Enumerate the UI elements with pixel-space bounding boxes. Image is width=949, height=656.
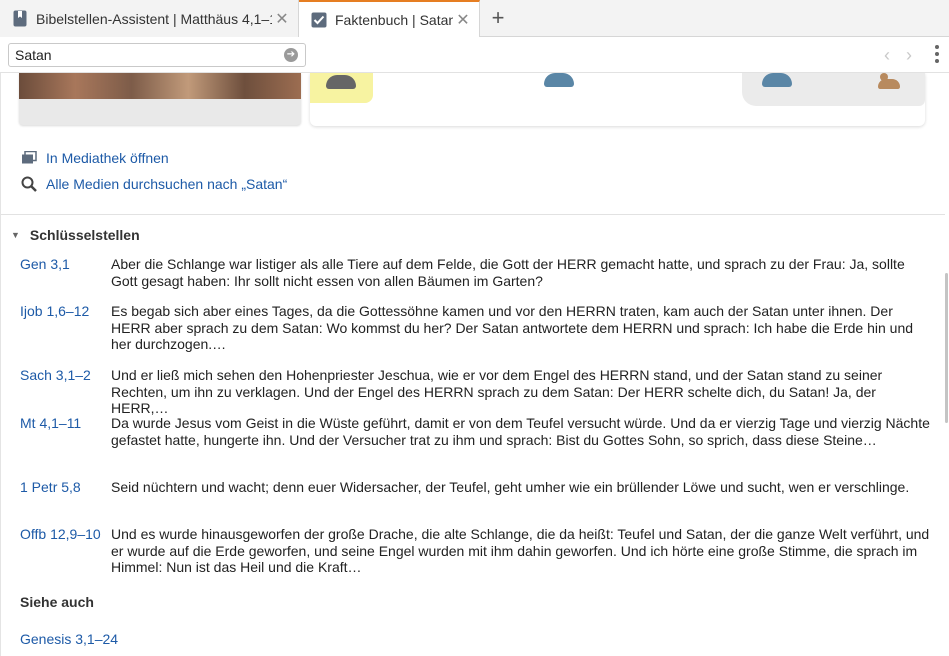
passage-reference-link[interactable]: Gen 3,1 [20, 256, 70, 273]
new-tab-button[interactable]: + [486, 6, 510, 30]
close-icon[interactable]: ✕ [272, 9, 292, 29]
scrollbar[interactable] [945, 273, 948, 423]
tab-bar: Bibelstellen-Assistent | Matthäus 4,1–11… [0, 0, 949, 38]
media-library-icon [20, 149, 38, 167]
search-icon [20, 175, 38, 193]
toolbar: Satan ➔ ‹ › [0, 37, 949, 73]
passage-reference-link[interactable]: Offb 12,9–10 [20, 526, 101, 543]
more-options-icon[interactable] [934, 45, 940, 63]
person-icon[interactable] [326, 73, 356, 97]
tab-bibelstellen-assistent[interactable]: Bibelstellen-Assistent | Matthäus 4,1–11… [0, 0, 299, 37]
divider [1, 214, 945, 215]
passage-text: Und er ließ mich sehen den Hohenpriester… [111, 367, 883, 416]
tab-label: Bibelstellen-Assistent | Matthäus 4,1–11 [36, 10, 272, 27]
collapse-caret-icon[interactable]: ▼ [11, 230, 20, 240]
passage-text: Seid nüchtern und wacht; denn euer Wider… [111, 479, 910, 495]
passage-reference-link[interactable]: Sach 3,1–2 [20, 367, 91, 384]
go-arrow-icon[interactable]: ➔ [284, 48, 298, 62]
tab-label: Faktenbuch | Satan [335, 12, 453, 28]
passage-reference-link[interactable]: 1 Petr 5,8 [20, 479, 81, 496]
section-key-passages[interactable]: ▼ Schlüsselstellen [11, 227, 140, 243]
person-icon[interactable] [876, 73, 906, 97]
passage-text: Es begab sich aber eines Tages, da die G… [111, 303, 914, 352]
see-also-heading: Siehe auch [20, 594, 94, 610]
back-arrow-icon[interactable]: ‹ [884, 45, 890, 66]
close-icon[interactable]: ✕ [453, 10, 473, 30]
bookmark-icon [12, 10, 28, 28]
search-input[interactable]: Satan [8, 43, 306, 67]
open-media-label: In Mediathek öffnen [46, 150, 169, 166]
painting-image [19, 73, 301, 99]
open-in-media-library-link[interactable]: In Mediathek öffnen [20, 149, 169, 167]
tab-faktenbuch[interactable]: Faktenbuch | Satan ✕ [299, 0, 480, 38]
passage-text: Und es wurde hinausgeworfen der große Dr… [111, 526, 930, 575]
passage-reference-link[interactable]: Mt 4,1–11 [20, 415, 81, 432]
related-people-card [310, 73, 925, 126]
content-panel: In Mediathek öffnen Alle Medien durchsuc… [0, 73, 949, 656]
section-title: Schlüsselstellen [29, 227, 140, 243]
person-icon[interactable] [544, 73, 574, 97]
passage-text: Da wurde Jesus vom Geist in die Wüste ge… [111, 415, 930, 448]
forward-arrow-icon[interactable]: › [906, 45, 912, 66]
search-all-label: Alle Medien durchsuchen nach „Satan“ [46, 176, 288, 192]
person-icon[interactable] [762, 73, 792, 97]
passage-text: Aber die Schlange war listiger als alle … [111, 256, 905, 289]
check-square-icon [311, 11, 327, 29]
media-thumbnail[interactable] [19, 73, 301, 125]
passage-reference-link[interactable]: Ijob 1,6–12 [20, 303, 89, 320]
see-also-link[interactable]: Genesis 3,1–24 [20, 631, 118, 647]
search-all-media-link[interactable]: Alle Medien durchsuchen nach „Satan“ [20, 175, 287, 193]
